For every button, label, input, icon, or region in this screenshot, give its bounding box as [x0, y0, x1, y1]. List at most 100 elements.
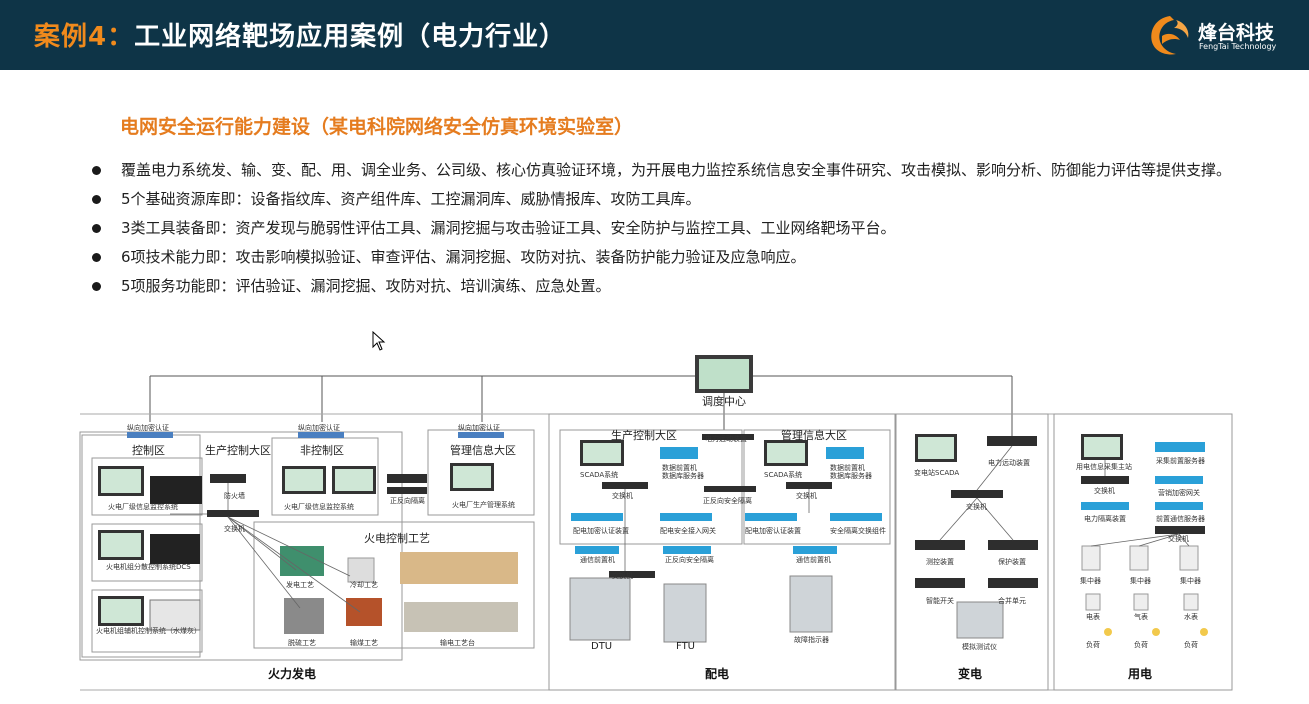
dcs-label: 火电机组分散控制系统DCS [106, 563, 191, 571]
dispatch-monitor-icon [695, 355, 753, 393]
firewall-label: 防火墙 [224, 492, 245, 500]
control-zone-label: 控制区 [132, 444, 165, 457]
dist-auth1: 配电加密认证装置 [573, 527, 629, 535]
bullet-text: 覆盖电力系统发、输、变、配、用、调全业务、公司级、核心仿真验证环境，为开展电力监… [121, 161, 1232, 179]
bullet-item: 覆盖电力系统发、输、变、配、用、调全业务、公司级、核心仿真验证环境，为开展电力监… [90, 156, 1240, 185]
sub-merge: 合并单元 [998, 597, 1026, 605]
gen-prod-zone-label: 生产控制大区 [205, 444, 271, 457]
gen-auth3: 纵向加密认证 [458, 424, 500, 432]
bullet-dot [92, 224, 101, 233]
gen-auth1: 纵向加密认证 [127, 424, 169, 432]
dist-prod-zone: 生产控制大区 [611, 429, 677, 442]
mouse-pointer-icon [372, 331, 386, 351]
title-main: 工业网络靶场应用案例（电力行业） [134, 22, 567, 52]
gen-sys3: 火电厂生产管理系统 [452, 501, 515, 509]
use-isolation: 电力隔离装置 [1084, 515, 1126, 523]
process-gen: 发电工艺 [286, 581, 314, 589]
architecture-diagram: 调度中心 纵向加密认证 纵向加密认证 纵向加密认证 控制区 生产控制大区 非控制… [0, 350, 1309, 704]
dist-isolation2: 正反向安全隔离 [665, 556, 714, 564]
bullet-item: 5个基础资源库即：设备指纹库、资产组件库、工控漏洞库、威胁情报库、攻防工具库。 [90, 185, 1240, 214]
gen-auth2: 纵向加密认证 [298, 424, 340, 432]
aux-label: 火电机组辅机控制系统（水煤灰） [96, 627, 201, 635]
bullet-dot [92, 166, 101, 175]
dist-dtu: DTU [591, 641, 613, 652]
sub-measure: 测控装置 [926, 558, 954, 566]
page-title: 案例4：工业网络靶场应用案例（电力行业） [34, 16, 566, 53]
gen-sys2: 火电厂级信息监控系统 [284, 503, 354, 511]
gen-mgmt-zone-label: 管理信息大区 [450, 444, 516, 457]
gen-sys1: 火电厂级信息监控系统 [108, 503, 178, 511]
process-trans: 输电工艺台 [440, 639, 475, 647]
dist-isolation: 正反向安全隔离 [703, 497, 752, 505]
header-bar: 案例4：工业网络靶场应用案例（电力行业） 烽台科技 FengTai Techno… [0, 0, 1309, 70]
bullet-dot [92, 282, 101, 291]
use-comm: 前置通信服务器 [1156, 515, 1205, 523]
title-prefix: 案例4： [34, 22, 135, 52]
diagram-graphics [79, 355, 1233, 691]
dist-auth2: 配电加密认证装置 [745, 527, 801, 535]
use-switch1: 交换机 [1094, 487, 1115, 495]
gen-switch-label: 交换机 [224, 525, 245, 533]
bullet-dot [92, 195, 101, 204]
use-m1: 电表 [1086, 613, 1100, 621]
dist-switch1: 交换机 [612, 492, 633, 500]
gen-section-label: 火力发电 [268, 667, 317, 681]
use-l3: 负荷 [1184, 641, 1198, 649]
bullet-item: 3类工具装备即：资产发现与脆弱性评估工具、漏洞挖掘与攻击验证工具、安全防护与监控… [90, 214, 1240, 243]
use-master: 用电信息采集主站 [1076, 463, 1132, 471]
dist-scada1: SCADA系统 [580, 471, 619, 479]
use-c1: 集中器 [1080, 577, 1101, 585]
use-l1: 负荷 [1086, 641, 1100, 649]
company-logo: 烽台科技 FengTai Technology [1146, 10, 1296, 60]
dist-switch3: 交换机 [612, 572, 633, 580]
dist-vpn: 电力远动装置 [705, 435, 747, 443]
dist-db1b: 数据库服务器 [662, 472, 704, 480]
sub-protect: 保护装置 [998, 558, 1026, 566]
logo-english: FengTai Technology [1199, 42, 1277, 51]
use-m3: 水表 [1184, 613, 1198, 621]
process-desulf: 脱硫工艺 [288, 639, 316, 647]
process-title: 火电控制工艺 [364, 532, 430, 545]
gen-isolation-label: 正反向隔离 [390, 497, 425, 505]
bullet-text: 3类工具装备即：资产发现与脆弱性评估工具、漏洞挖掘与攻击验证工具、安全防护与监控… [121, 219, 896, 237]
dist-scada2: SCADA系统 [764, 471, 803, 479]
process-coal: 输煤工艺 [350, 639, 378, 647]
logo-name: 烽台科技 [1198, 22, 1275, 44]
dist-section-label: 配电 [705, 667, 730, 681]
dispatch-center-label: 调度中心 [702, 395, 746, 408]
phoenix-logo-icon [1151, 16, 1189, 55]
sub-smart: 智能开关 [926, 597, 954, 605]
use-section-label: 用电 [1128, 667, 1153, 681]
use-c2: 集中器 [1130, 577, 1151, 585]
dist-fault: 故障指示器 [794, 636, 829, 644]
use-l2: 负荷 [1134, 641, 1148, 649]
use-c3: 集中器 [1180, 577, 1201, 585]
sub-scada: 变电站SCADA [914, 469, 960, 477]
dist-comm2: 通信前置机 [796, 556, 831, 564]
noncontrol-zone-label: 非控制区 [300, 444, 344, 457]
use-switch2: 交换机 [1168, 535, 1189, 543]
bullet-text: 5个基础资源库即：设备指纹库、资产组件库、工控漏洞库、威胁情报库、攻防工具库。 [121, 190, 701, 208]
dist-comm1: 通信前置机 [580, 556, 615, 564]
bullet-dot [92, 253, 101, 262]
dist-switch2: 交换机 [796, 492, 817, 500]
bullet-text: 6项技术能力即：攻击影响模拟验证、审查评估、漏洞挖掘、攻防对抗、装备防护能力验证… [121, 248, 806, 266]
process-cool: 冷却工艺 [350, 581, 378, 589]
dist-mgmt-zone: 管理信息大区 [781, 429, 847, 442]
use-server: 采集前置服务器 [1156, 457, 1205, 465]
bullet-text: 5项服务功能即：评估验证、漏洞挖掘、攻防对抗、培训演练、应急处置。 [121, 277, 611, 295]
sub-tester: 模拟测试仪 [962, 643, 997, 651]
bullet-list: 覆盖电力系统发、输、变、配、用、调全业务、公司级、核心仿真验证环境，为开展电力监… [90, 156, 1240, 301]
dist-db2b: 数据库服务器 [830, 472, 872, 480]
sub-switch: 交换机 [966, 503, 987, 511]
sub-rtu: 电力远动装置 [988, 459, 1030, 467]
section-subtitle: 电网安全运行能力建设（某电科院网络安全仿真环境实验室） [120, 116, 634, 138]
dist-safeswitch: 安全隔离交换组件 [830, 527, 886, 535]
use-gateway: 营销加密网关 [1158, 489, 1200, 497]
use-m2: 气表 [1134, 613, 1148, 621]
dist-access: 配电安全接入网关 [660, 527, 716, 535]
sub-section-label: 变电 [958, 667, 983, 681]
bullet-item: 5项服务功能即：评估验证、漏洞挖掘、攻防对抗、培训演练、应急处置。 [90, 272, 1240, 301]
bullet-item: 6项技术能力即：攻击影响模拟验证、审查评估、漏洞挖掘、攻防对抗、装备防护能力验证… [90, 243, 1240, 272]
dist-ftu: FTU [676, 641, 696, 652]
